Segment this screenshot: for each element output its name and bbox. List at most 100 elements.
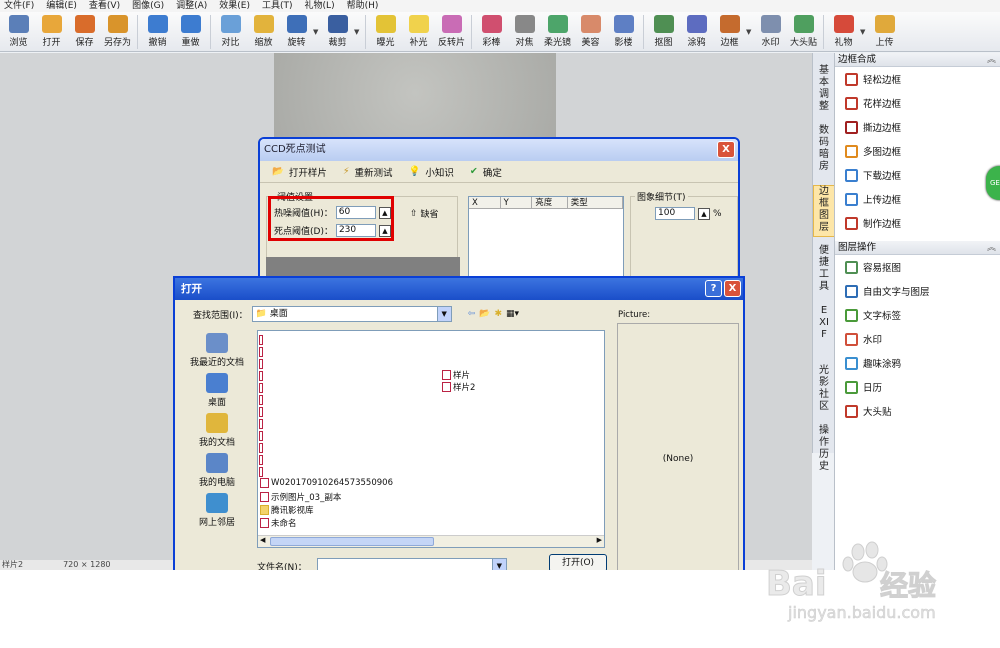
look-in-select[interactable]: 📁 桌面 ▼ (251, 306, 452, 322)
floating-green-button[interactable]: GE (986, 166, 1000, 200)
chevron-down-icon[interactable]: ▼ (491, 559, 506, 570)
file-stub[interactable] (259, 359, 263, 369)
frame-section-header[interactable]: 边框合成 ︽ (835, 53, 1000, 67)
file-item[interactable]: 未命名 (260, 517, 297, 529)
detail-input[interactable]: 100 (655, 207, 695, 220)
file-item[interactable]: 示例图片_03_副本 (260, 491, 341, 503)
sidebar-tab-0[interactable]: 基本调整 (813, 65, 835, 117)
menu-item[interactable]: 工具(T) (262, 0, 293, 12)
sidebar-tab-2[interactable]: 边框图层 (813, 185, 835, 237)
open-button[interactable]: 打开(O) (549, 554, 607, 570)
file-stub[interactable] (259, 371, 263, 381)
chevron-down-icon[interactable]: ▼ (436, 307, 451, 321)
toolbar-doodle-button[interactable]: 涂鸦 (680, 12, 713, 52)
file-stub[interactable] (259, 407, 263, 417)
dropdown-arrow-icon[interactable]: ▼ (354, 12, 362, 36)
toolbar-soft-lens-button[interactable]: 柔光镜 (541, 12, 574, 52)
collapse-chevron-icon[interactable]: ︽ (987, 53, 1000, 66)
menu-item[interactable]: 效果(E) (219, 0, 250, 12)
place-my-documents[interactable]: 我的文档 (181, 408, 253, 448)
open-sample-button[interactable]: 📂 打开样片 (272, 165, 327, 179)
toolbar-frame-button[interactable]: 边框 (713, 12, 746, 52)
new-folder-icon[interactable]: ✱ (494, 309, 502, 319)
menu-item[interactable]: 编辑(E) (46, 0, 77, 12)
menu-item[interactable]: 查看(V) (89, 0, 120, 12)
file-stub[interactable] (259, 443, 263, 453)
place-desktop[interactable]: 桌面 (181, 368, 253, 408)
frame-item[interactable]: 制作边框 (835, 211, 1000, 235)
tips-button[interactable]: 💡 小知识 (409, 165, 454, 179)
horizontal-scrollbar[interactable]: ◀ ▶ (258, 535, 604, 547)
menu-item[interactable]: 帮助(H) (347, 0, 379, 12)
toolbar-upload-button[interactable]: 上传 (868, 12, 901, 52)
dead-pixel-table[interactable]: X Y 亮度 类型 (468, 196, 624, 285)
frame-item[interactable]: 多图边框 (835, 139, 1000, 163)
scroll-thumb[interactable] (270, 537, 434, 546)
layer-item[interactable]: 文字标签 (835, 303, 1000, 327)
sidebar-tab-5[interactable]: 光影社区 (813, 365, 835, 417)
toolbar-gift-button[interactable]: 礼物 (827, 12, 860, 52)
toolbar-exposure-button[interactable]: 曝光 (369, 12, 402, 52)
retest-button[interactable]: ⚡ 重新测试 (343, 165, 393, 179)
file-stub[interactable] (259, 395, 263, 405)
layer-item[interactable]: 自由文字与图层 (835, 279, 1000, 303)
ok-button[interactable]: ✔ 确定 (470, 165, 502, 179)
default-button[interactable]: ⇧ 缺省 (410, 207, 439, 221)
layer-item[interactable]: 大头贴 (835, 399, 1000, 423)
file-stub[interactable] (259, 419, 263, 429)
scroll-left-icon[interactable]: ◀ (260, 536, 265, 544)
file-item[interactable]: 样片 (442, 369, 470, 381)
toolbar-rotate-button[interactable]: 旋转 (280, 12, 313, 52)
up-folder-icon[interactable]: 📂 (479, 309, 490, 319)
file-item[interactable]: 腾讯影视库 (260, 504, 314, 516)
toolbar-save-as-button[interactable]: 另存为 (101, 12, 134, 52)
toolbar-zoom-button[interactable]: 缩放 (247, 12, 280, 52)
file-stub[interactable] (259, 431, 263, 441)
sidebar-tab-4[interactable]: EXIF (813, 305, 835, 357)
place-recent-docs[interactable]: 我最近的文档 (181, 328, 253, 368)
toolbar-focus-button[interactable]: 对焦 (508, 12, 541, 52)
toolbar-crop-button[interactable]: 裁剪 (321, 12, 354, 52)
menu-item[interactable]: 图像(G) (132, 0, 164, 12)
scroll-right-icon[interactable]: ▶ (597, 536, 602, 544)
toolbar-open-button[interactable]: 打开 (35, 12, 68, 52)
toolbar-compare-button[interactable]: 对比 (214, 12, 247, 52)
toolbar-fill-light-button[interactable]: 补光 (402, 12, 435, 52)
sidebar-tab-3[interactable]: 便捷工具 (813, 245, 835, 297)
file-list[interactable]: ◀ ▶ 样片 样片2 W020170910264573550906 示例图片_03_副… (257, 330, 605, 548)
frame-item[interactable]: 撕边边框 (835, 115, 1000, 139)
file-stub[interactable] (259, 335, 263, 345)
filename-input[interactable]: ▼ (316, 558, 507, 570)
toolbar-watermark-button[interactable]: 水印 (754, 12, 787, 52)
frame-item[interactable]: 下载边框 (835, 163, 1000, 187)
sidebar-tab-6[interactable]: 操作历史 (813, 425, 835, 477)
file-stub[interactable] (259, 467, 263, 477)
file-stub[interactable] (259, 383, 263, 393)
ccd-close-button[interactable]: X (717, 141, 735, 158)
layer-item[interactable]: 日历 (835, 375, 1000, 399)
layer-item[interactable]: 容易抠图 (835, 255, 1000, 279)
toolbar-reversal-film-button[interactable]: 反转片 (435, 12, 468, 52)
dropdown-arrow-icon[interactable]: ▼ (313, 12, 321, 36)
toolbar-browse-button[interactable]: 浏览 (2, 12, 35, 52)
toolbar-beauty-button[interactable]: 美容 (574, 12, 607, 52)
menu-item[interactable]: 礼物(L) (305, 0, 335, 12)
toolbar-studio-button[interactable]: 影楼 (607, 12, 640, 52)
frame-item[interactable]: 花样边框 (835, 91, 1000, 115)
toolbar-undo-button[interactable]: 撤销 (141, 12, 174, 52)
frame-item[interactable]: 上传边框 (835, 187, 1000, 211)
toolbar-cutout-button[interactable]: 抠图 (647, 12, 680, 52)
place-my-computer[interactable]: 我的电脑 (181, 448, 253, 488)
back-arrow-icon[interactable]: ⇦ (468, 309, 476, 319)
collapse-chevron-icon[interactable]: ︽ (987, 241, 1000, 254)
close-button[interactable]: X (724, 280, 741, 297)
place-network[interactable]: 网上邻居 (181, 488, 253, 528)
file-item[interactable]: 样片2 (442, 381, 475, 393)
dropdown-arrow-icon[interactable]: ▼ (746, 12, 754, 36)
frame-item[interactable]: 轻松边框 (835, 67, 1000, 91)
help-button[interactable]: ? (705, 280, 722, 297)
file-item[interactable]: W020170910264573550906 (260, 478, 393, 488)
toolbar-color-wand-button[interactable]: 彩棒 (475, 12, 508, 52)
sidebar-tab-1[interactable]: 数码暗房 (813, 125, 835, 177)
file-stub[interactable] (259, 455, 263, 465)
